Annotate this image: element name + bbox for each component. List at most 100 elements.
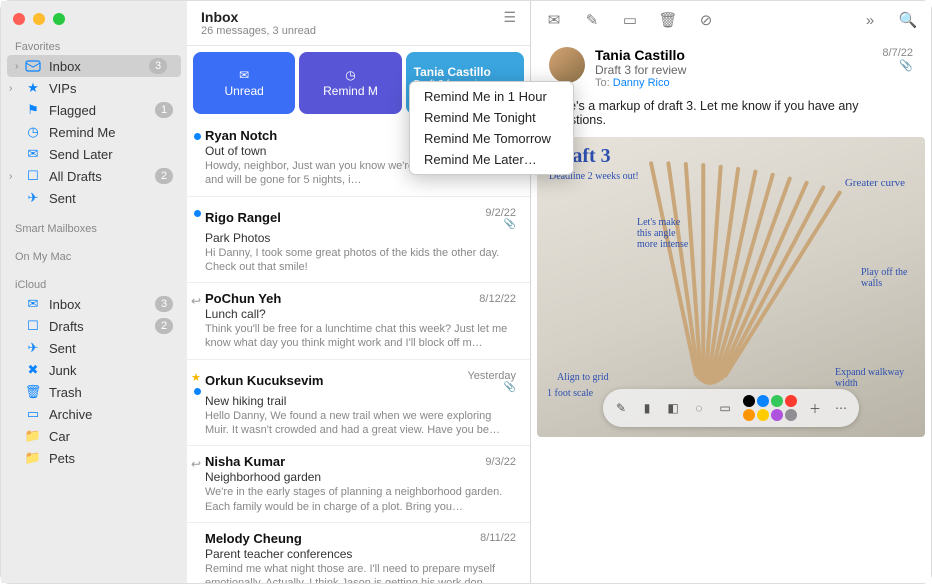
remind-later[interactable]: Remind Me Later…: [410, 149, 573, 170]
junk-icon: ✖: [25, 362, 41, 378]
label: Inbox: [49, 59, 141, 74]
clock-icon: ◷: [345, 68, 355, 82]
more-icon[interactable]: ⋯: [833, 400, 849, 416]
sidebar-sendlater[interactable]: ✉ Send Later: [1, 143, 187, 165]
to-name[interactable]: Danny Rico: [613, 77, 670, 89]
message-item[interactable]: Melody Cheung8/11/22 Parent teacher conf…: [187, 523, 530, 583]
icloud-sent[interactable]: ✈ Sent: [1, 337, 187, 359]
pen-icon[interactable]: ✎: [613, 400, 629, 416]
message-list[interactable]: Ryan Notch7/22 Out of town Howdy, neighb…: [187, 120, 530, 583]
swatch[interactable]: [757, 409, 769, 421]
color-swatches: [743, 395, 797, 421]
label: All Drafts: [49, 169, 147, 184]
sidebar-flagged[interactable]: ⚑ Flagged 1: [1, 99, 187, 121]
message-item[interactable]: Rigo Rangel9/2/22📎 Park Photos Hi Danny,…: [187, 197, 530, 284]
icloud-trash[interactable]: 🗑 Trash: [1, 381, 187, 403]
disclosure-icon: ›: [15, 61, 18, 72]
list-header: Inbox 26 messages, 3 unread ☰: [187, 1, 530, 46]
swatch[interactable]: [757, 395, 769, 407]
star-icon: ★: [25, 80, 41, 96]
swatch[interactable]: [785, 409, 797, 421]
from-name: Tania Castillo: [595, 47, 872, 63]
zoom-window[interactable]: [53, 13, 65, 25]
sender: Ryan Notch: [205, 128, 277, 143]
eraser-icon[interactable]: ◧: [665, 400, 681, 416]
label: Drafts: [49, 319, 147, 334]
markup-toolbar: ✎ ▮ ◧ ◌ ▭ ＋ ⋯: [603, 389, 859, 427]
icloud-car[interactable]: 📁 Car: [1, 425, 187, 447]
label: Pets: [49, 451, 173, 466]
more-icon[interactable]: »: [861, 11, 879, 29]
remind-me-menu: Remind Me in 1 Hour Remind Me Tonight Re…: [409, 81, 574, 175]
badge: 2: [155, 168, 173, 184]
swatch[interactable]: [771, 395, 783, 407]
to-line: To: Danny Rico: [595, 77, 872, 89]
message-item[interactable]: ↩ Nisha Kumar9/3/22 Neighborhood garden …: [187, 446, 530, 523]
card-remind[interactable]: ◷ Remind M: [299, 52, 401, 114]
sidebar-sent[interactable]: ✈ Sent: [1, 187, 187, 209]
sidebar-inbox[interactable]: › Inbox 3: [7, 55, 181, 77]
icloud-pets[interactable]: 📁 Pets: [1, 447, 187, 469]
icloud-inbox[interactable]: ✉ Inbox 3: [1, 293, 187, 315]
preview: Remind me what night those are. I'll nee…: [205, 562, 516, 583]
replied-icon: ↩: [191, 294, 201, 308]
close-window[interactable]: [13, 13, 25, 25]
replied-icon: ↩: [191, 457, 201, 471]
icloud-junk[interactable]: ✖ Junk: [1, 359, 187, 381]
card-unread[interactable]: ✉ Unread: [193, 52, 295, 114]
date: 8/7/22: [882, 47, 913, 59]
compose-icon[interactable]: ✎: [583, 11, 601, 29]
ruler-icon[interactable]: ▭: [717, 400, 733, 416]
message-list-pane: Inbox 26 messages, 3 unread ☰ ✉ Unread ◷…: [187, 1, 531, 583]
annotation: Greater curve: [845, 177, 905, 189]
drafts-icon: ☐: [25, 168, 41, 184]
label: Sent: [49, 341, 173, 356]
remind-tonight[interactable]: Remind Me Tonight: [410, 107, 573, 128]
sidebar-alldrafts[interactable]: › ☐ All Drafts 2: [1, 165, 187, 187]
highlighter-icon[interactable]: ▮: [639, 400, 655, 416]
icloud-drafts[interactable]: ☐ Drafts 2: [1, 315, 187, 337]
sidebar: Favorites › Inbox 3 › ★ VIPs ⚑ Flagged 1…: [1, 1, 187, 583]
label: Car: [49, 429, 173, 444]
add-icon[interactable]: ＋: [807, 400, 823, 416]
label: Remind Me: [49, 125, 173, 140]
message-item[interactable]: ↩ PoChun Yeh8/12/22 Lunch call? Think yo…: [187, 283, 530, 360]
attachment-icon: 📎: [469, 382, 516, 393]
minimize-window[interactable]: [33, 13, 45, 25]
window-controls: [1, 9, 187, 37]
preview: Hi Danny, I took some great photos of th…: [205, 246, 516, 275]
trash-icon[interactable]: 🗑: [659, 11, 677, 29]
remind-tomorrow[interactable]: Remind Me Tomorrow: [410, 128, 573, 149]
icloud-label: iCloud: [1, 275, 187, 293]
subject: Parent teacher conferences: [205, 547, 516, 561]
archive-icon[interactable]: ▭: [621, 11, 639, 29]
sidebar-vips[interactable]: › ★ VIPs: [1, 77, 187, 99]
swatch[interactable]: [771, 409, 783, 421]
swatch[interactable]: [743, 395, 755, 407]
disclosure-icon: ›: [9, 171, 12, 182]
sent-icon: ✈: [25, 340, 41, 356]
envelope-icon[interactable]: ✉: [545, 11, 563, 29]
lasso-icon[interactable]: ◌: [691, 400, 707, 416]
reader-pane: ✉ ✎ ▭ 🗑 ⊘ » 🔍 Tania Castillo Draft 3 for…: [531, 1, 931, 583]
preview: Think you'll be free for a lunchtime cha…: [205, 322, 516, 351]
junk-icon[interactable]: ⊘: [697, 11, 715, 29]
badge: 1: [155, 102, 173, 118]
onmymac-label: On My Mac: [1, 247, 187, 265]
message-item[interactable]: ★ Orkun KucuksevimYesterday📎 New hiking …: [187, 360, 530, 447]
drafts-icon: ☐: [25, 318, 41, 334]
swatch[interactable]: [743, 409, 755, 421]
unread-dot-icon: [194, 210, 201, 217]
icloud-archive[interactable]: ▭ Archive: [1, 403, 187, 425]
list-subtitle: 26 messages, 3 unread: [201, 25, 316, 37]
search-icon[interactable]: 🔍: [899, 11, 917, 29]
swatch[interactable]: [785, 395, 797, 407]
sidebar-remindme[interactable]: ◷ Remind Me: [1, 121, 187, 143]
attachment-image[interactable]: Draft 3 Deadline 2 weeks out! Let's make…: [537, 137, 925, 437]
toolbar: ✉ ✎ ▭ 🗑 ⊘ » 🔍: [531, 1, 931, 37]
folder-icon: 📁: [25, 450, 41, 466]
date: 9/3/22: [485, 456, 516, 468]
filter-icon[interactable]: ☰: [503, 9, 516, 26]
remind-1h[interactable]: Remind Me in 1 Hour: [410, 86, 573, 107]
label: Flagged: [49, 103, 147, 118]
